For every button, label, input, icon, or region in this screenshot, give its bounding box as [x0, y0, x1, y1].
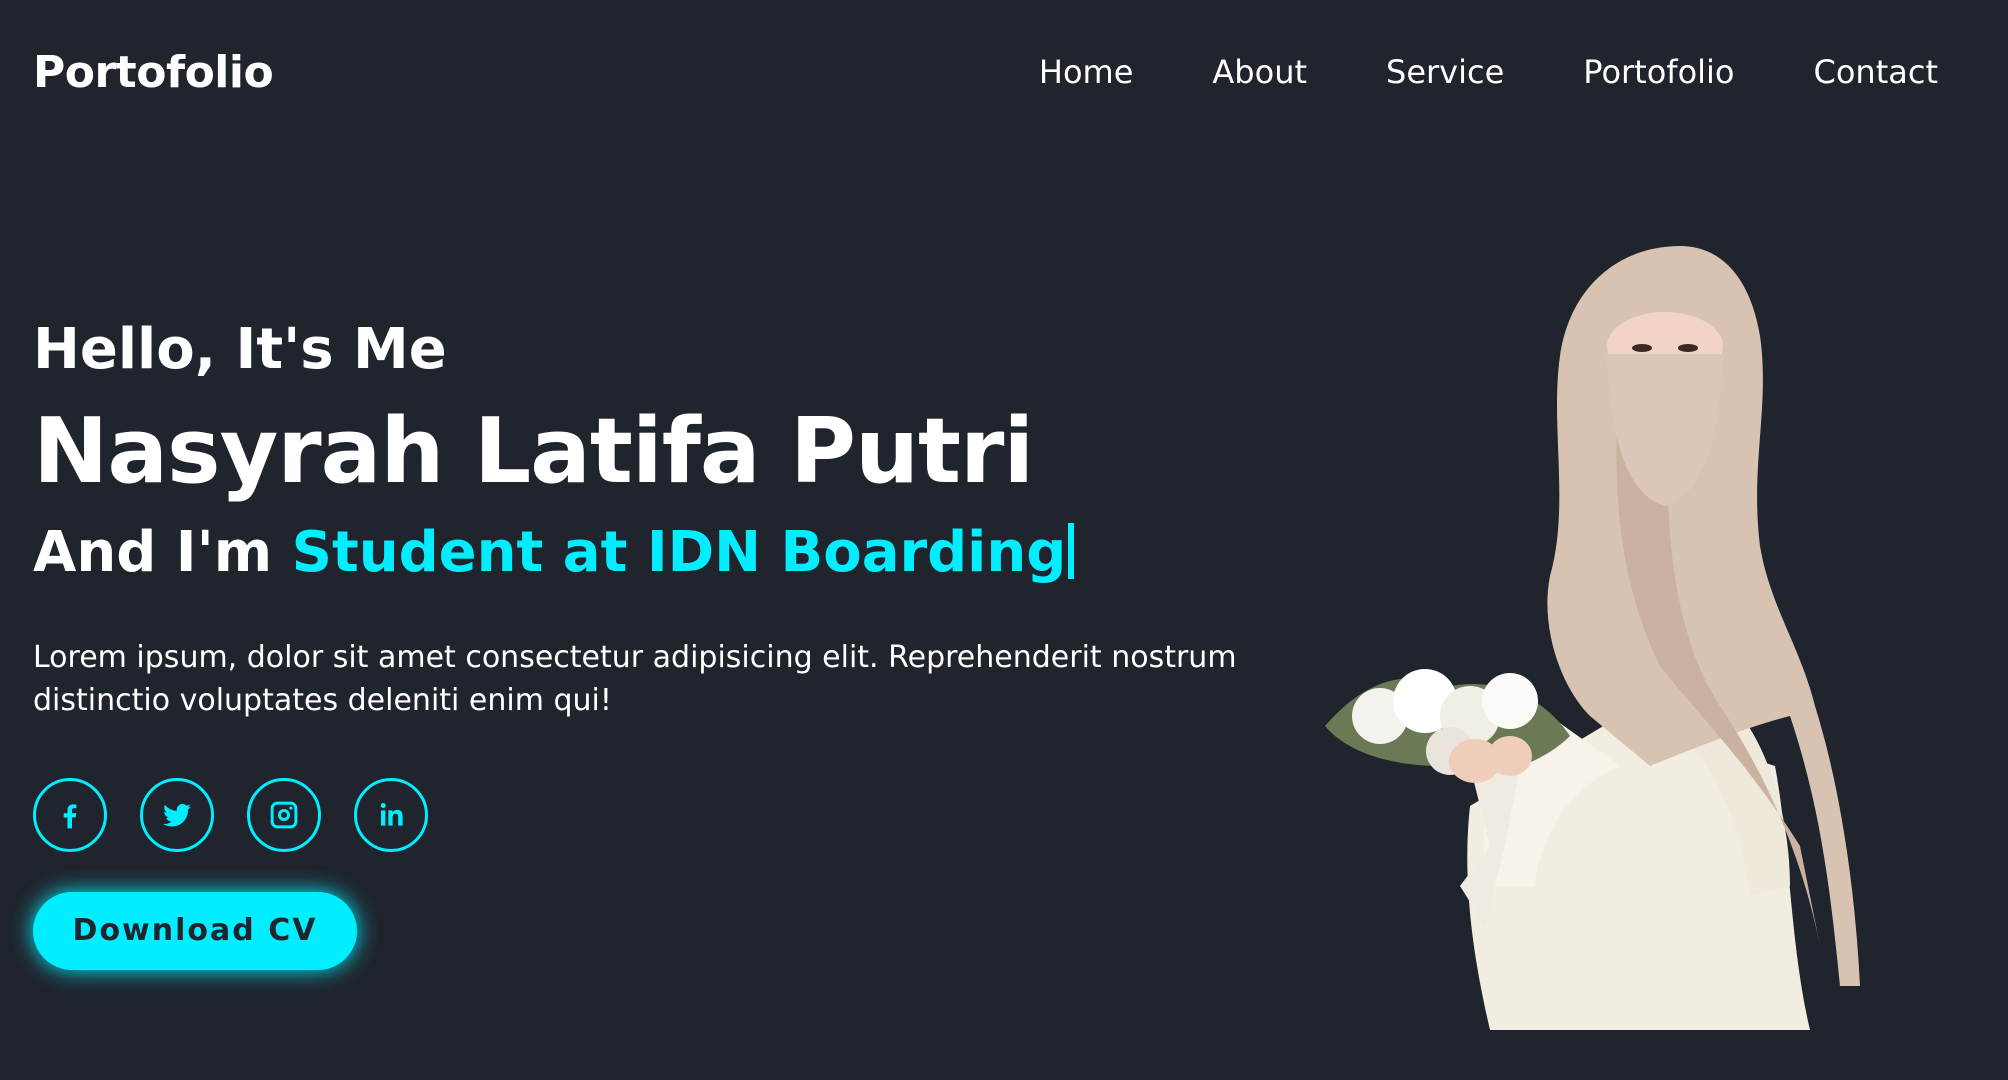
- eye-left: [1632, 344, 1652, 352]
- twitter-link[interactable]: [140, 778, 214, 852]
- role-prefix: And I'm: [33, 520, 292, 585]
- eye-right: [1678, 344, 1698, 352]
- facebook-icon: [63, 804, 77, 829]
- linkedin-icon: [380, 803, 403, 826]
- logo[interactable]: Portofolio: [33, 47, 274, 98]
- social-links: [33, 778, 1253, 852]
- description: Lorem ipsum, dolor sit amet consectetur …: [33, 640, 1237, 718]
- person-name: Nasyrah Latifa Putri: [33, 399, 1034, 504]
- site-header: Portofolio Home About Service Portofolio…: [0, 0, 2008, 144]
- download-cv-button[interactable]: Download CV: [33, 892, 357, 970]
- typing-caret: [1068, 523, 1075, 579]
- hero-content: Hello, It's Me Nasyrah Latifa Putri And …: [33, 310, 1253, 970]
- instagram-icon: [270, 801, 298, 829]
- nav-service[interactable]: Service: [1386, 53, 1504, 91]
- instagram-link[interactable]: [247, 778, 321, 852]
- linkedin-link[interactable]: [354, 778, 428, 852]
- nav-contact[interactable]: Contact: [1814, 53, 1939, 91]
- role-highlight: Student at IDN Boarding: [291, 520, 1067, 585]
- twitter-icon: [163, 803, 191, 827]
- facebook-link[interactable]: [33, 778, 107, 852]
- nav-home[interactable]: Home: [1039, 53, 1134, 91]
- nav-about[interactable]: About: [1212, 53, 1307, 91]
- greeting: Hello, It's Me: [33, 317, 447, 382]
- hand-right: [1488, 736, 1532, 776]
- nav-portofolio[interactable]: Portofolio: [1583, 53, 1734, 91]
- role-line: And I'm Student at IDN Boarding: [33, 512, 1253, 594]
- main-nav: Home About Service Portofolio Contact: [1039, 53, 1938, 91]
- profile-photo: [1325, 246, 1860, 1030]
